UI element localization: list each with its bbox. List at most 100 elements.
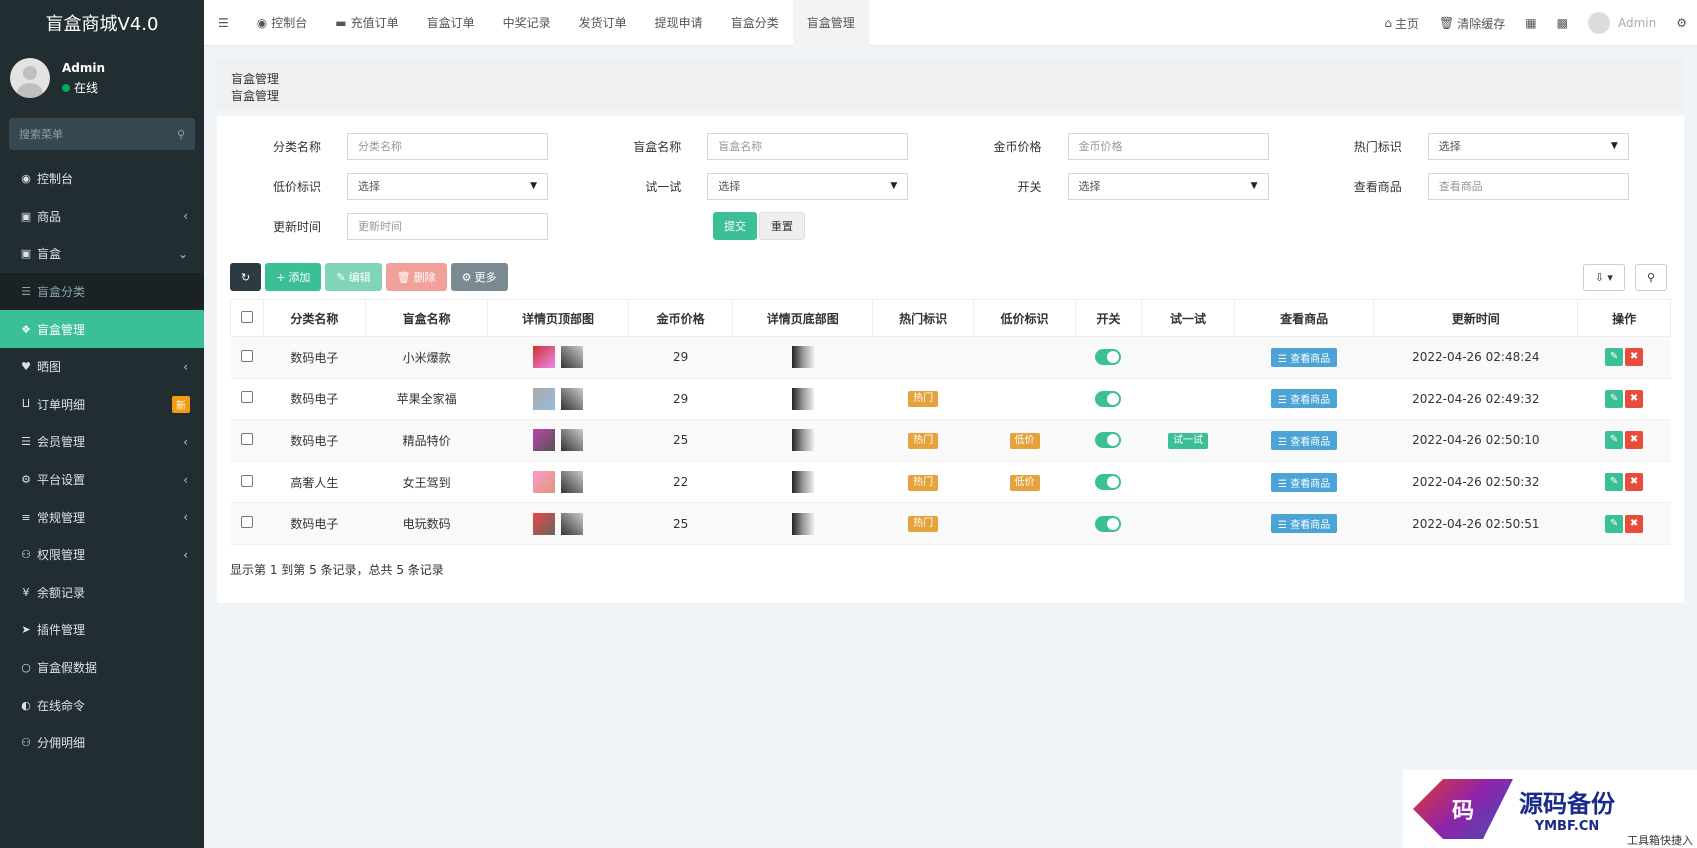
tab-box-category[interactable]: 盲盒分类 <box>717 0 793 46</box>
column-header[interactable]: 详情页底部图 <box>732 299 873 337</box>
checkbox[interactable] <box>240 432 253 445</box>
status-toggle[interactable] <box>1095 432 1122 449</box>
edit-row-button[interactable]: ✎ <box>1605 473 1624 492</box>
delete-row-button[interactable]: ✖ <box>1625 473 1644 492</box>
cell-top-image[interactable] <box>487 419 629 462</box>
delete-button[interactable]: 🗑 删除 <box>385 263 447 291</box>
row-checkbox-cell[interactable] <box>230 461 264 504</box>
sidebar-item[interactable]: ❖ 盲盒管理 <box>0 310 204 348</box>
cell-view[interactable]: ☰ 查看商品 <box>1234 378 1374 421</box>
try-select[interactable]: 选择 ▼ <box>707 172 909 200</box>
column-header[interactable]: 试一试 <box>1141 299 1235 337</box>
search-icon[interactable]: ⚲ <box>177 128 185 141</box>
status-toggle[interactable] <box>1095 390 1122 407</box>
menu-toggle-icon[interactable]: ☰ <box>204 0 243 46</box>
sidebar-item[interactable]: ➤ 插件管理 <box>0 611 204 649</box>
checkbox[interactable] <box>240 391 253 404</box>
cell-switch[interactable] <box>1075 461 1142 504</box>
product-thumbnail[interactable] <box>791 471 814 494</box>
status-toggle[interactable] <box>1095 515 1122 532</box>
cell-bottom-image[interactable] <box>732 419 873 462</box>
edit-row-button[interactable]: ✎ <box>1605 348 1624 367</box>
select-all-checkbox[interactable] <box>230 299 264 337</box>
app-title[interactable]: 盲盒商城V4.0 <box>0 0 204 46</box>
sidebar-item[interactable]: ○ 盲盒假数据 <box>0 649 204 687</box>
product-thumbnail[interactable] <box>533 512 556 535</box>
sidebar-item[interactable]: ♥ 晒图 ‹ <box>0 348 204 386</box>
product-thumbnail[interactable] <box>561 387 584 410</box>
delete-row-button[interactable]: ✖ <box>1625 348 1644 367</box>
cell-bottom-image[interactable] <box>732 461 873 504</box>
product-thumbnail[interactable] <box>561 512 584 535</box>
cell-top-image[interactable] <box>487 461 629 504</box>
clear-cache-button[interactable]: 🗑 清除缓存 <box>1429 0 1515 46</box>
sidebar-item[interactable]: ▣ 盲盒 ⌄ <box>0 235 204 273</box>
cell-switch[interactable] <box>1075 419 1142 462</box>
product-thumbnail[interactable] <box>791 346 814 369</box>
price-input[interactable]: 金币价格 <box>1067 132 1269 160</box>
row-checkbox-cell[interactable] <box>230 336 264 379</box>
submit-button[interactable]: 提交 <box>713 212 757 240</box>
column-header[interactable]: 低价标识 <box>973 299 1076 337</box>
column-header[interactable]: 开关 <box>1074 299 1143 337</box>
category-input[interactable]: 分类名称 <box>347 132 548 160</box>
product-thumbnail[interactable] <box>561 346 584 369</box>
view-products-button[interactable]: ☰ 查看商品 <box>1271 514 1338 534</box>
cell-bottom-image[interactable] <box>732 502 873 545</box>
gears-icon[interactable]: ⚙ <box>1666 0 1697 46</box>
checkbox[interactable] <box>240 349 253 362</box>
sidebar-item[interactable]: ◉ 控制台 <box>0 160 204 198</box>
sidebar-item[interactable]: ¥ 余额记录 <box>0 574 204 612</box>
refresh-button[interactable]: ↻ <box>230 263 262 291</box>
product-thumbnail[interactable] <box>791 387 814 410</box>
cell-top-image[interactable] <box>487 502 629 545</box>
row-checkbox-cell[interactable] <box>230 502 264 545</box>
tab-box-manage[interactable]: 盲盒管理 <box>792 0 869 46</box>
tab-win-records[interactable]: 中奖记录 <box>489 0 565 46</box>
tab-box-orders[interactable]: 盲盒订单 <box>413 0 489 46</box>
cell-bottom-image[interactable] <box>732 336 873 379</box>
sidebar-item[interactable]: ☰ 盲盒分类 <box>0 272 204 311</box>
cell-view[interactable]: ☰ 查看商品 <box>1234 419 1374 462</box>
fullscreen-icon[interactable]: ▩ <box>1547 0 1578 46</box>
sidebar-item[interactable]: ⚙ 平台设置 ‹ <box>0 461 204 499</box>
tab-withdraw[interactable]: 提现申请 <box>641 0 717 46</box>
home-link[interactable]: ⌂ 主页 <box>1374 0 1429 46</box>
export-button[interactable]: ⇩ ▾ <box>1582 263 1625 291</box>
sidebar-item[interactable]: ◐ 在线命令 <box>0 686 204 724</box>
column-header[interactable]: 金币价格 <box>627 299 734 337</box>
sidebar-item[interactable]: ▣ 商品 ‹ <box>0 198 204 236</box>
time-input[interactable]: 更新时间 <box>347 212 548 240</box>
translate-icon[interactable]: ▦ <box>1515 0 1546 46</box>
cell-switch[interactable] <box>1075 502 1142 545</box>
product-thumbnail[interactable] <box>533 429 556 452</box>
product-thumbnail[interactable] <box>561 429 584 452</box>
cell-bottom-image[interactable] <box>732 378 873 421</box>
checkbox[interactable] <box>240 474 253 487</box>
cell-view[interactable]: ☰ 查看商品 <box>1234 502 1374 545</box>
tab-dashboard[interactable]: ◉ 控制台 <box>243 0 322 46</box>
cell-top-image[interactable] <box>487 336 629 379</box>
edit-row-button[interactable]: ✎ <box>1605 514 1624 533</box>
delete-row-button[interactable]: ✖ <box>1625 431 1644 450</box>
sidebar-item[interactable]: ⨿ 订单明细 新 <box>0 386 204 424</box>
more-button[interactable]: ⚙ 更多 <box>450 263 508 291</box>
cell-switch[interactable] <box>1075 336 1142 379</box>
menu-search-input[interactable]: 搜索菜单 ⚲ <box>9 118 195 150</box>
sidebar-item[interactable]: ☰ 会员管理 ‹ <box>0 423 204 461</box>
checkbox[interactable] <box>240 310 253 323</box>
view-products-button[interactable]: ☰ 查看商品 <box>1271 430 1338 450</box>
delete-row-button[interactable]: ✖ <box>1625 514 1644 533</box>
view-input[interactable]: 查看商品 <box>1427 172 1629 200</box>
column-header[interactable]: 热门标识 <box>871 299 975 337</box>
add-button[interactable]: + 添加 <box>265 263 322 291</box>
checkbox[interactable] <box>240 516 253 529</box>
product-thumbnail[interactable] <box>561 471 584 494</box>
product-thumbnail[interactable] <box>533 346 556 369</box>
cell-view[interactable]: ☰ 查看商品 <box>1234 461 1374 504</box>
product-thumbnail[interactable] <box>791 429 814 452</box>
hot-select[interactable]: 选择 ▼ <box>1427 132 1629 160</box>
view-products-button[interactable]: ☰ 查看商品 <box>1271 472 1338 492</box>
column-header[interactable]: 操作 <box>1577 299 1671 337</box>
product-thumbnail[interactable] <box>533 387 556 410</box>
